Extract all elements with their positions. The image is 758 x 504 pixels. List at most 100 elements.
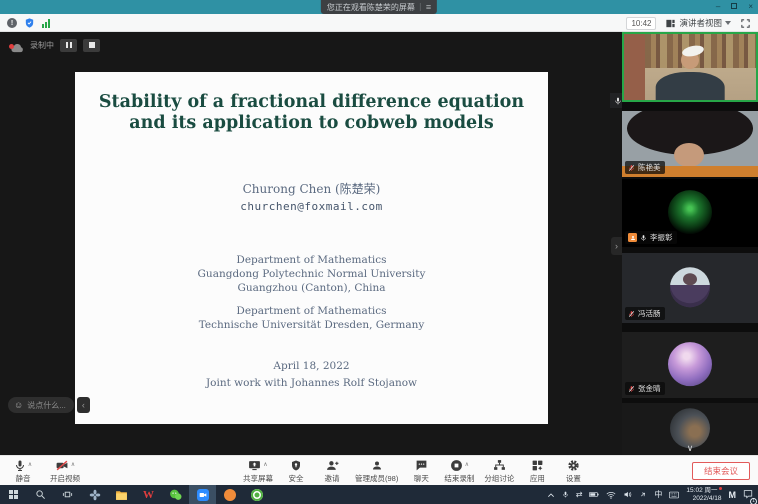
file-explorer-button[interactable] — [108, 485, 135, 504]
members-icon — [371, 459, 383, 472]
network-signal-icon[interactable] — [42, 19, 50, 28]
tray-sync-icon[interactable]: ⇄ — [576, 490, 583, 499]
touch-keyboard-icon[interactable] — [669, 491, 679, 499]
orange-app-icon — [224, 489, 236, 501]
recording-indicator: 录制中 — [10, 37, 100, 53]
chat-placeholder: 说点什么... — [27, 400, 66, 411]
tray-m-app-icon[interactable]: M — [729, 490, 737, 500]
participant-name-tag: 陈艳美 — [625, 161, 665, 174]
minimize-button[interactable]: – — [716, 0, 720, 13]
shared-screen-stage: 录制中 Stability of a fractional difference… — [0, 32, 758, 455]
chevron-up-icon[interactable]: ∧ — [71, 462, 75, 468]
start-video-button[interactable]: ∧ 开启视频 — [50, 458, 80, 484]
participant-video[interactable]: 冯活肠 — [622, 253, 758, 323]
restore-button[interactable] — [731, 0, 737, 13]
taskbar-app-orange[interactable] — [216, 485, 243, 504]
affil1-line1: Department of Mathematics — [75, 253, 548, 267]
battery-icon[interactable] — [589, 491, 599, 498]
wifi-icon[interactable] — [606, 491, 616, 499]
apps-button[interactable]: 应用 — [524, 458, 550, 484]
stop-record-button[interactable]: ∧ 结束录制 — [444, 458, 474, 484]
security-button[interactable]: 安全 — [283, 458, 309, 484]
start-video-label: 开启视频 — [50, 473, 80, 484]
wps-office-button[interactable]: W — [135, 485, 162, 504]
wechat-icon — [169, 489, 182, 501]
participant-video[interactable]: 张金晴 — [622, 332, 758, 398]
close-button[interactable]: × — [748, 0, 753, 13]
taskbar-search-button[interactable] — [27, 485, 54, 504]
stop-record-label: 结束录制 — [444, 473, 474, 484]
mic-muted-icon — [628, 385, 635, 393]
participant-video[interactable]: ∨ — [622, 403, 758, 455]
presentation-slide: Stability of a fractional difference equ… — [75, 72, 548, 424]
camera-off-icon — [55, 459, 69, 472]
invite-label: 邀请 — [325, 473, 340, 484]
volume-icon[interactable] — [623, 490, 632, 499]
action-center-button[interactable]: 1 — [743, 486, 753, 504]
slide-affiliation-2: Department of Mathematics Technische Uni… — [75, 304, 548, 332]
video-scene — [624, 34, 756, 100]
taskbar-clock[interactable]: 15:02 周一 2022/4/18 — [686, 487, 721, 503]
end-meeting-button[interactable]: 结束会议 — [692, 462, 750, 480]
statusbar-right: 10:42 演讲者视图 — [626, 14, 751, 32]
breakout-rooms-button[interactable]: 分组讨论 — [484, 458, 514, 484]
member-badge-icon — [628, 233, 637, 242]
chat-button[interactable]: 聊天 — [408, 458, 434, 484]
participant-name: 冯活肠 — [638, 308, 661, 319]
manage-members-label: 管理成员(98) — [355, 473, 398, 484]
invite-button[interactable]: 邀请 — [319, 458, 345, 484]
pause-recording-button[interactable] — [60, 39, 77, 52]
slide-author: Churong Chen (陈楚荣) — [75, 180, 548, 197]
wechat-button[interactable] — [162, 485, 189, 504]
participant-video[interactable]: 李振彰 — [622, 179, 758, 247]
stop-recording-button[interactable] — [83, 39, 100, 52]
manage-members-button[interactable]: 管理成员(98) — [355, 458, 398, 484]
meeting-window: 您正在观看陈楚荣的屏幕 ≡ – × ! 10:42 演讲者视图 — [0, 0, 758, 504]
affil2-line2: Technische Universität Dresden, Germany — [75, 318, 548, 332]
settings-button[interactable]: 设置 — [560, 458, 586, 484]
apps-grid-icon — [531, 459, 544, 472]
participant-video[interactable]: 陈艳美 — [622, 111, 758, 177]
share-screen-button[interactable]: ∧ 共享屏幕 — [243, 458, 273, 484]
slide-joint-work: Joint work with Johannes Rolf Stojanow — [75, 377, 548, 389]
scroll-more-chevron-icon[interactable]: ∨ — [687, 444, 694, 453]
chevron-up-icon[interactable]: ∧ — [28, 462, 32, 468]
taskbar-app-pinwheel[interactable] — [81, 485, 108, 504]
tray-mic-icon[interactable] — [562, 490, 569, 499]
chat-quick-bar: ☺ 说点什么... ‹ — [8, 397, 90, 413]
view-mode-selector[interactable]: 演讲者视图 — [665, 17, 731, 29]
participant-name: 张金晴 — [638, 383, 661, 394]
meeting-duration: 10:42 — [626, 17, 656, 30]
task-view-button[interactable] — [54, 485, 81, 504]
mute-button[interactable]: ∧ 静音 — [10, 458, 36, 484]
fullscreen-icon[interactable] — [740, 18, 751, 29]
participant-video-active-speaker[interactable] — [622, 32, 758, 102]
avatar — [670, 267, 710, 307]
emoji-icon[interactable]: ☺ — [14, 400, 23, 410]
participant-name-tag: 李振彰 — [625, 231, 677, 244]
watching-banner: 您正在观看陈楚荣的屏幕 ≡ — [321, 0, 437, 14]
slide-date: April 18, 2022 — [75, 360, 548, 372]
window-controls: – × — [716, 0, 753, 13]
tencent-meeting-button[interactable] — [189, 485, 216, 504]
stop-record-icon — [450, 459, 463, 472]
taskbar-app-green[interactable] — [243, 485, 270, 504]
chevron-up-icon[interactable]: ∧ — [465, 462, 469, 468]
chat-bubble-icon — [415, 459, 428, 472]
sidebar-collapse-handle[interactable]: › — [611, 237, 622, 255]
slide-affiliation-1: Department of Mathematics Guangdong Poly… — [75, 253, 548, 295]
chat-input[interactable]: ☺ 说点什么... — [8, 397, 74, 413]
tray-plug-icon[interactable] — [639, 490, 647, 499]
meeting-info-icon[interactable]: ! — [7, 18, 17, 28]
view-mode-label: 演讲者视图 — [679, 17, 722, 29]
participants-sidebar: 陈艳美 李振彰 冯活肠 — [622, 32, 758, 455]
chat-collapse-button[interactable]: ‹ — [77, 397, 90, 413]
security-shield-icon[interactable] — [24, 17, 35, 29]
mic-icon — [614, 96, 622, 106]
banner-menu-icon[interactable]: ≡ — [426, 2, 431, 12]
tray-expand-icon[interactable] — [547, 492, 555, 498]
ime-indicator[interactable]: 中 — [654, 489, 662, 500]
start-button[interactable] — [0, 485, 27, 504]
chevron-up-icon[interactable]: ∧ — [263, 462, 267, 468]
folder-icon — [115, 489, 128, 501]
